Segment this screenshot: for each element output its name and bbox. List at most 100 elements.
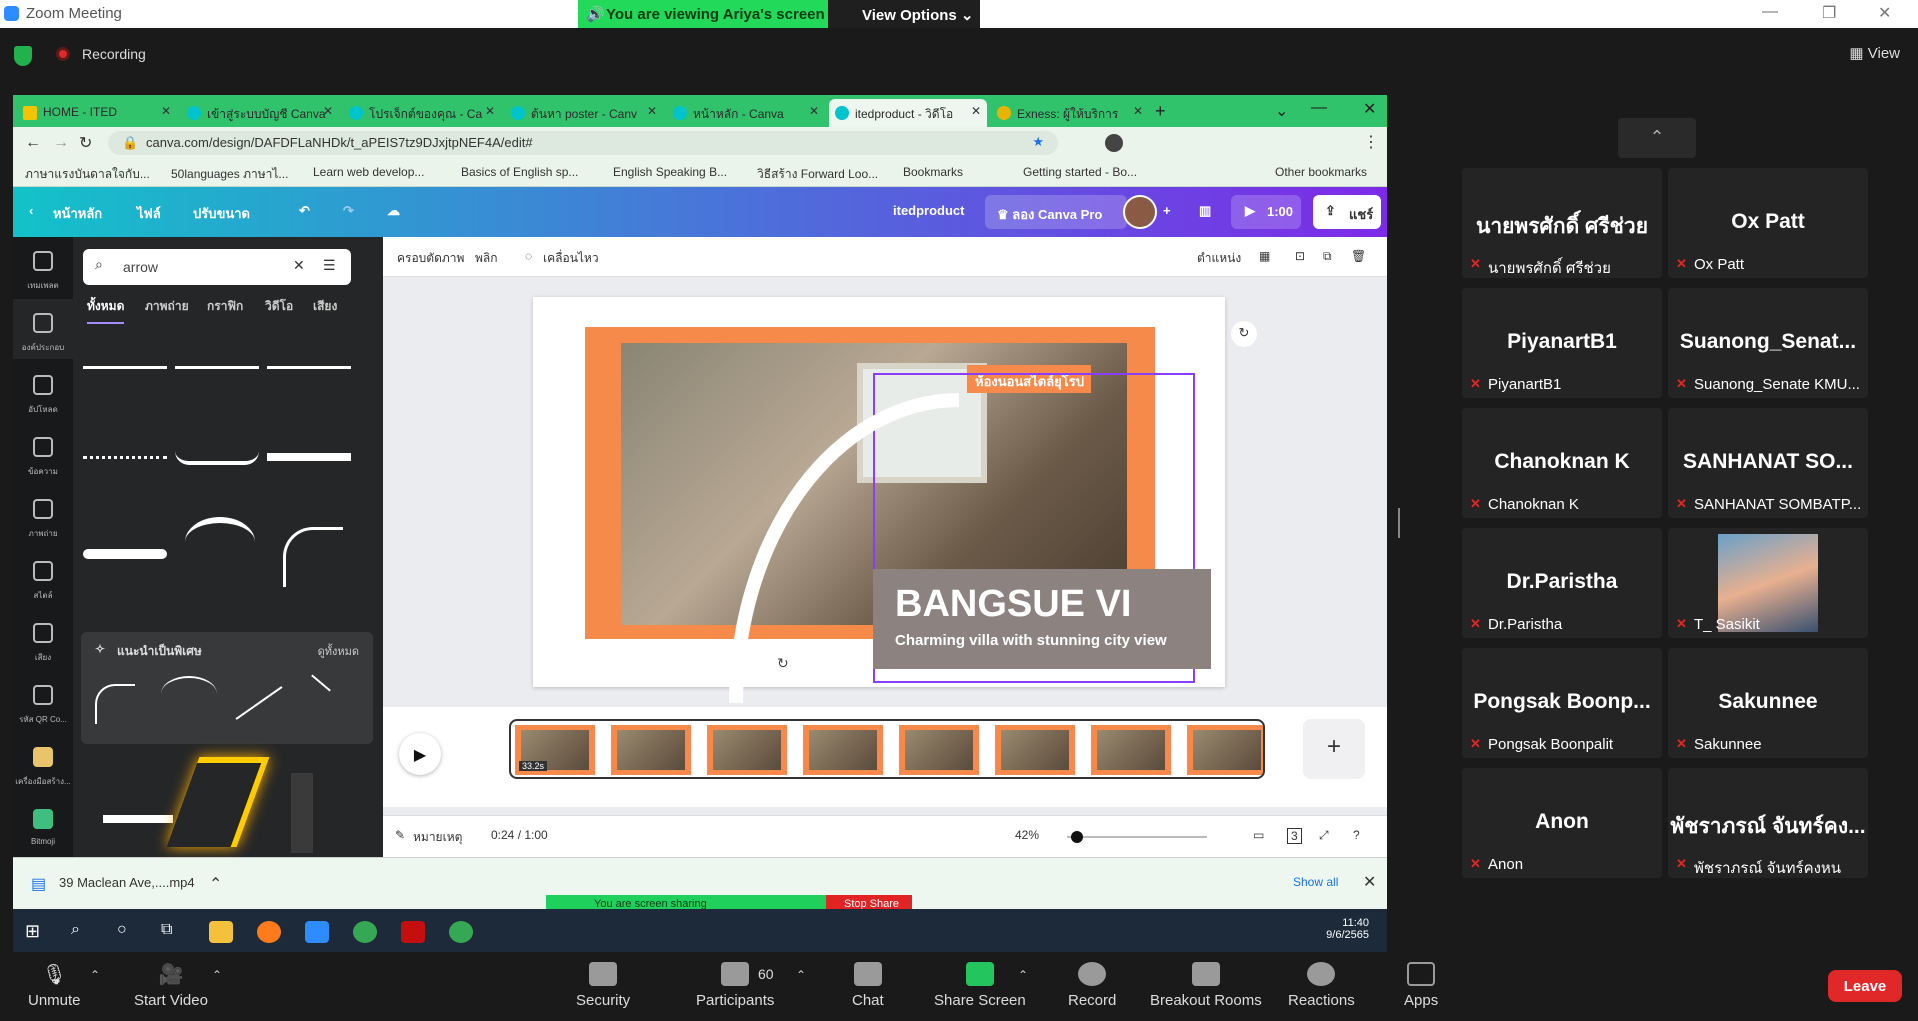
browser-menu-icon[interactable]: ⋮ xyxy=(1363,132,1379,152)
add-page-button[interactable]: + xyxy=(1303,719,1365,779)
rail-bitmoji[interactable]: Bitmoji xyxy=(13,795,73,855)
participant-tile[interactable]: SANHANAT SO... ✕ SANHANAT SOMBATP... xyxy=(1668,408,1868,518)
timeline-thumbnail[interactable] xyxy=(611,725,691,775)
page-count[interactable]: 3 xyxy=(1287,828,1302,844)
reactions-button[interactable]: Reactions xyxy=(1288,962,1355,1009)
panel-tab-all[interactable]: ทั้งหมด xyxy=(87,297,125,324)
browser-tab[interactable]: ต้นหา poster - Canv ✕ xyxy=(505,99,663,127)
crop-button[interactable]: ครอบตัดภาพ xyxy=(397,249,464,268)
participant-tile[interactable]: PiyanartB1 ✕ PiyanartB1 xyxy=(1462,288,1662,398)
position-button[interactable]: ตำแหน่ง xyxy=(1197,249,1241,268)
windows-start-icon[interactable]: ⊞ xyxy=(25,921,49,943)
filter-icon[interactable]: ☰ xyxy=(323,257,336,274)
transparency-icon[interactable]: ▦ xyxy=(1259,249,1270,263)
avatar[interactable] xyxy=(1123,195,1157,229)
insights-icon[interactable]: ▥ xyxy=(1199,203,1211,219)
browser-tab[interactable]: โปรเจ็กต์ของคุณ - Ca ✕ xyxy=(343,99,501,127)
timeline-thumbnail[interactable] xyxy=(899,725,979,775)
firefox-icon[interactable] xyxy=(257,921,281,943)
bookmark-item[interactable]: English Speaking B... xyxy=(613,165,727,179)
restore-icon[interactable]: ❐ xyxy=(1822,3,1836,23)
rail-qr-code[interactable]: รหัส QR Co... xyxy=(13,671,73,731)
timeline-thumbnail[interactable] xyxy=(803,725,883,775)
chrome-icon[interactable] xyxy=(449,921,473,943)
neon-arrow-graphic[interactable] xyxy=(166,757,270,847)
zoom-taskbar-icon[interactable] xyxy=(305,921,329,943)
browser-close-icon[interactable]: ✕ xyxy=(1363,99,1376,119)
back-icon[interactable]: ← xyxy=(25,134,41,152)
browser-tab[interactable]: หน้าหลัก - Canva ✕ xyxy=(667,99,825,127)
cortana-icon[interactable]: ○ xyxy=(117,921,141,943)
suggested-arrow[interactable] xyxy=(235,686,283,720)
bold-arrow-graphic[interactable] xyxy=(267,453,351,461)
lock-element-icon[interactable]: ⊡ xyxy=(1295,249,1305,263)
file-explorer-icon[interactable] xyxy=(209,921,233,943)
unmute-button[interactable]: 🎙 Unmute xyxy=(28,962,81,1009)
rail-elements[interactable]: องค์ประกอบ xyxy=(13,299,73,359)
timeline-thumbnail[interactable] xyxy=(707,725,787,775)
curl-arrow-graphic[interactable] xyxy=(185,517,255,567)
bookmark-item[interactable]: Basics of English sp... xyxy=(461,165,578,179)
apps-button[interactable]: Apps xyxy=(1404,962,1438,1009)
see-all-link[interactable]: ดูทั้งหมด xyxy=(318,642,359,660)
arrow-graphic[interactable] xyxy=(267,366,351,369)
timeline-thumbnail[interactable] xyxy=(1187,725,1263,775)
panel-tab-videos[interactable]: วิดีโอ xyxy=(265,297,293,316)
rail-creator[interactable]: เครื่องมือสร้าง... xyxy=(13,733,73,793)
view-button[interactable]: ▦ View xyxy=(1849,44,1900,62)
dark-arrow-graphic[interactable] xyxy=(291,773,313,853)
canva-nav-resize[interactable]: ปรับขนาด xyxy=(193,203,250,224)
bookmark-item[interactable]: Other bookmarks xyxy=(1275,165,1367,179)
forward-icon[interactable]: → xyxy=(53,134,69,152)
cloud-save-icon[interactable]: ☁ xyxy=(387,203,400,219)
record-button[interactable]: Record xyxy=(1068,962,1116,1009)
participant-tile[interactable]: ✕ T_ Sasikit xyxy=(1668,528,1868,638)
white-arrow-graphic[interactable] xyxy=(103,815,173,823)
timeline-track[interactable]: 33.2s xyxy=(509,719,1265,779)
duplicate-icon[interactable]: ⧉ xyxy=(1323,249,1332,264)
timeline-thumbnail[interactable] xyxy=(995,725,1075,775)
tab-close-icon[interactable]: ✕ xyxy=(161,104,171,118)
video-options-icon[interactable]: ⌃ xyxy=(212,968,222,982)
redo-icon[interactable]: ↷ xyxy=(343,203,354,219)
browser-tab[interactable]: Exness: ผู้ให้บริการ ✕ xyxy=(991,99,1149,127)
participant-tile[interactable]: Ox Patt ✕ Ox Patt xyxy=(1668,168,1868,278)
rotate-handle-icon[interactable]: ↻ xyxy=(777,655,789,672)
zoom-slider-thumb[interactable] xyxy=(1071,831,1083,843)
participants-options-icon[interactable]: ⌃ xyxy=(796,968,806,982)
bookmark-star-icon[interactable]: ★ xyxy=(1032,134,1044,150)
panel-tab-photos[interactable]: ภาพถ่าย xyxy=(145,297,189,316)
share-button[interactable]: ⇪ แชร์ xyxy=(1313,195,1381,229)
curved-arrow-graphic[interactable] xyxy=(175,451,259,465)
clear-search-icon[interactable]: ✕ xyxy=(293,257,305,274)
chat-button[interactable]: Chat xyxy=(852,962,884,1009)
bookmark-item[interactable]: Learn web develop... xyxy=(313,165,424,179)
undo-icon[interactable]: ↶ xyxy=(299,203,310,219)
panel-tab-audio[interactable]: เสียง xyxy=(313,297,337,316)
bookmark-item[interactable]: Getting started - Bo... xyxy=(1023,165,1137,179)
notes-button[interactable]: หมายเหตุ xyxy=(413,828,462,847)
design-slide[interactable]: ห้องนอนสไตล์ยุโรป BANGSUE VI Charming vi… xyxy=(533,297,1225,703)
audio-options-icon[interactable]: ⌃ xyxy=(90,968,100,982)
flip-button[interactable]: พลิก xyxy=(475,249,498,268)
page-view-icon[interactable]: ▭ xyxy=(1253,828,1264,842)
dotted-arrow-graphic[interactable] xyxy=(83,456,167,459)
project-title[interactable]: itedproduct xyxy=(893,203,965,218)
play-button[interactable]: ▶ 1:00 xyxy=(1231,195,1301,229)
share-options-icon[interactable]: ⌃ xyxy=(1018,968,1028,982)
tab-close-icon[interactable]: ✕ xyxy=(323,104,333,118)
canva-nav-file[interactable]: ไฟล์ xyxy=(137,203,161,224)
loop-arrow-graphic[interactable] xyxy=(283,527,343,587)
task-view-icon[interactable]: ⧉ xyxy=(161,921,185,943)
breakout-rooms-button[interactable]: Breakout Rooms xyxy=(1150,962,1262,1009)
rail-photos[interactable]: ภาพถ่าย xyxy=(13,485,73,545)
share-screen-button[interactable]: Share Screen xyxy=(934,962,1026,1009)
bookmark-item[interactable]: ภาษาแรงบันดาลใจกับ... xyxy=(25,165,150,184)
participant-tile[interactable]: Dr.Paristha ✕ Dr.Paristha xyxy=(1462,528,1662,638)
suggested-arrow[interactable] xyxy=(95,684,135,724)
tab-close-icon[interactable]: ✕ xyxy=(971,104,981,118)
rail-audio[interactable]: เสียง xyxy=(13,609,73,669)
participant-tile[interactable]: Pongsak Boonp... ✕ Pongsak Boonpalit xyxy=(1462,648,1662,758)
suggested-arrow[interactable] xyxy=(311,674,331,692)
arrow-graphic[interactable] xyxy=(83,366,167,369)
